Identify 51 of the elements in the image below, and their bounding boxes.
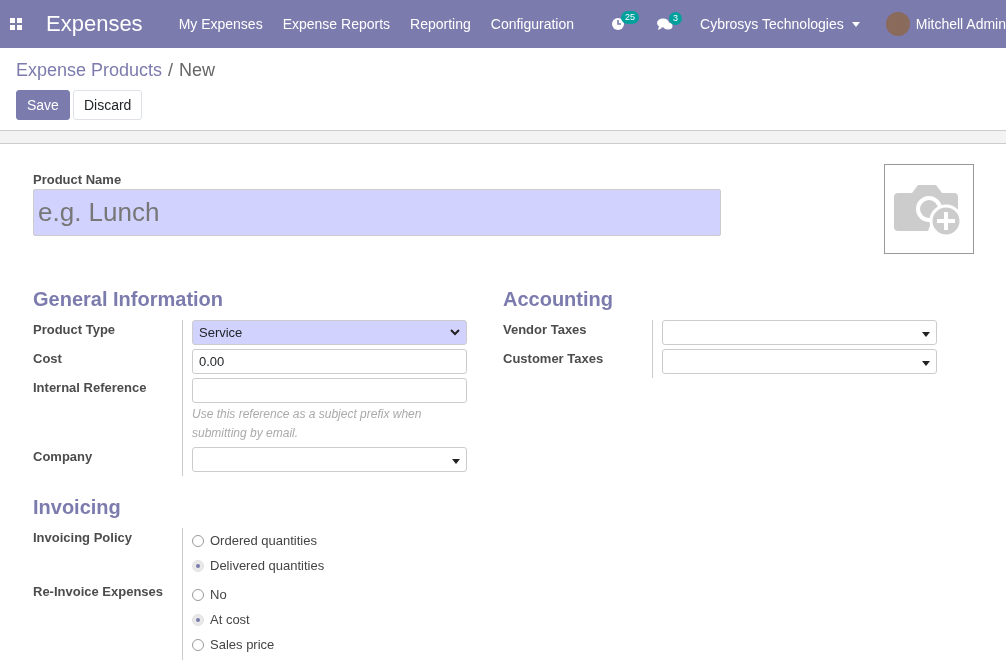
chevron-down-icon — [450, 329, 460, 336]
select-field[interactable]: Service — [192, 320, 467, 345]
section-heading: Accounting — [503, 288, 614, 311]
menu-item[interactable]: Expense Reports — [272, 16, 401, 32]
dropdown-field[interactable] — [192, 447, 467, 472]
input-field[interactable] — [192, 378, 467, 403]
message-count-badge: 3 — [669, 11, 682, 25]
breadcrumb-link[interactable]: Expense Products — [16, 60, 163, 81]
field-label: Company — [33, 449, 94, 464]
field-label: Customer Taxes — [503, 351, 605, 366]
caret-icon — [922, 332, 930, 337]
activity-count-badge: 25 — [621, 11, 639, 24]
section-heading: General Information — [33, 288, 225, 311]
company-switcher[interactable]: Cybrosys Technologies — [700, 16, 860, 32]
menu-item[interactable]: My Expenses — [168, 16, 273, 32]
section-heading: Invoicing — [33, 496, 122, 519]
dropdown-field[interactable] — [662, 320, 937, 345]
field-label: Internal Reference — [33, 380, 148, 395]
chat-bubbles-icon[interactable] — [657, 17, 673, 31]
radio-button[interactable] — [192, 638, 204, 651]
product-name-field[interactable]: e.g. Lunch — [33, 189, 721, 236]
caret-down-icon — [851, 21, 860, 27]
save-button[interactable]: Save — [16, 90, 70, 120]
radio-option[interactable]: Ordered quantities — [192, 528, 467, 553]
radio-option[interactable]: No — [192, 582, 467, 607]
image-upload-box[interactable] — [884, 164, 974, 254]
apps-grid-icon[interactable] — [10, 18, 22, 30]
input-field[interactable]: 0.00 — [192, 349, 467, 374]
discard-button[interactable]: Discard — [72, 90, 143, 120]
radio-option[interactable]: Sales price — [192, 632, 467, 657]
radio-button[interactable] — [192, 534, 204, 547]
breadcrumb-separator: / — [168, 60, 174, 81]
dropdown-field[interactable] — [662, 349, 937, 374]
caret-icon — [452, 459, 460, 464]
breadcrumb-current: New — [179, 60, 216, 81]
field-label: Product Type — [33, 322, 117, 337]
field-label: Invoicing Policy — [33, 530, 133, 545]
radio-option[interactable]: At cost — [192, 607, 467, 632]
field-label: Product Name — [33, 172, 123, 187]
menu-item[interactable]: Configuration — [480, 16, 585, 32]
help-text: Use this reference as a subject prefix when submitting by email. — [192, 406, 423, 442]
field-label: Cost — [33, 351, 63, 366]
field-label: Vendor Taxes — [503, 322, 588, 337]
menu-item[interactable]: Reporting — [400, 16, 481, 32]
field-label: Re-Invoice Expenses — [33, 584, 165, 599]
radio-option[interactable]: Delivered quantities — [192, 553, 467, 578]
user-menu[interactable]: Mitchell Admin — [915, 16, 1006, 32]
radio-button[interactable] — [192, 588, 204, 601]
app-name[interactable]: Expenses — [46, 11, 143, 37]
clock-icon[interactable] — [611, 17, 625, 31]
caret-icon — [922, 361, 930, 366]
